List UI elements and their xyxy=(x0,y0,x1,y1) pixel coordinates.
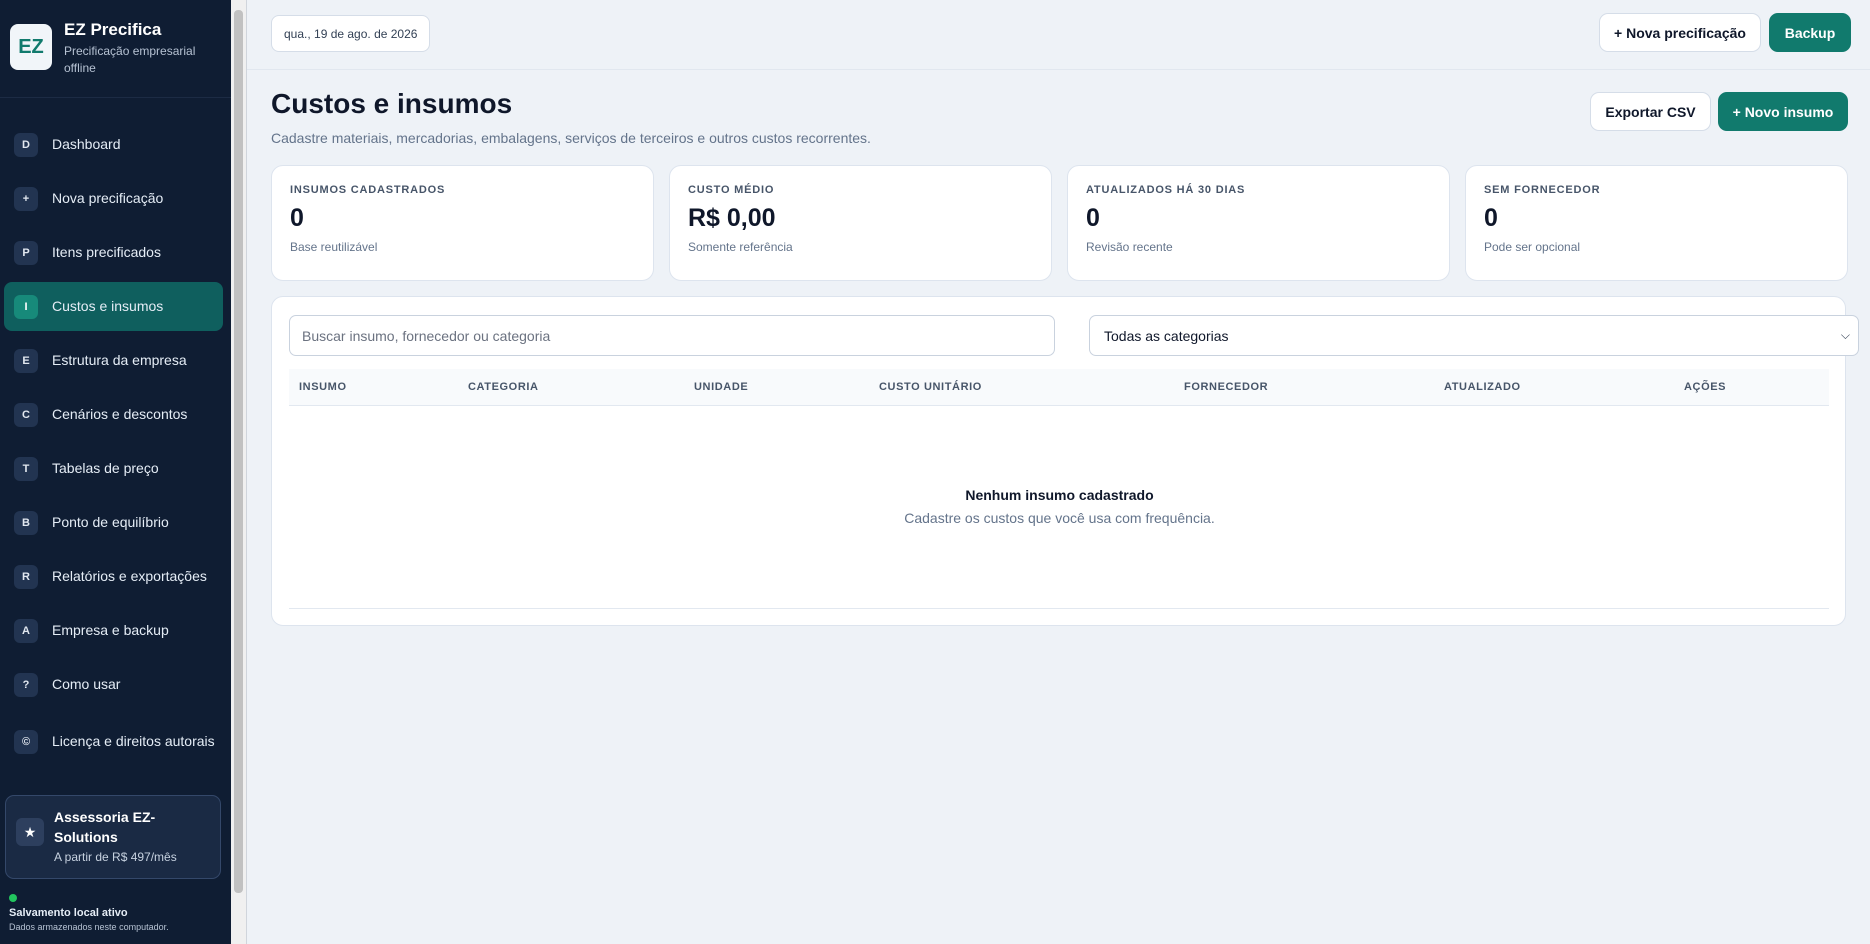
sidebar-item-empresa-backup[interactable]: A Empresa e backup xyxy=(4,606,223,655)
price-tables-icon: T xyxy=(14,456,38,481)
column-header-fornecedor[interactable]: FORNECEDOR xyxy=(1184,381,1268,393)
table-header: INSUMO CATEGORIA UNIDADE CUSTO UNITÁRIO … xyxy=(289,369,1829,406)
empty-state-subtitle: Cadastre os custos que você usa com freq… xyxy=(904,510,1215,526)
stat-card-average-cost: CUSTO MÉDIO R$ 0,00 Somente referência xyxy=(669,165,1052,281)
brand-logo[interactable]: EZ xyxy=(10,24,52,70)
reports-icon: R xyxy=(14,564,38,589)
stat-card-no-supplier: SEM FORNECEDOR 0 Pode ser opcional xyxy=(1465,165,1848,281)
stat-card-registered: INSUMOS CADASTRADOS 0 Base reutilizável xyxy=(271,165,654,281)
status-dot-icon xyxy=(9,894,17,902)
sidebar-item-dashboard[interactable]: D Dashboard xyxy=(4,120,223,169)
sidebar-item-label: Cenários e descontos xyxy=(52,405,188,422)
sidebar-item-ponto-equilibrio[interactable]: B Ponto de equilíbrio xyxy=(4,498,223,547)
stat-note: Base reutilizável xyxy=(290,240,378,254)
sidebar-item-nova-precificacao[interactable]: + Nova precificação xyxy=(4,174,223,223)
help-icon: ? xyxy=(14,672,38,697)
brand: EZ EZ Precifica Precificação empresarial… xyxy=(0,0,231,98)
backup-button[interactable]: Backup xyxy=(1769,13,1851,52)
stat-value: 0 xyxy=(1086,204,1100,232)
sidebar-item-custos-insumos[interactable]: I Custos e insumos xyxy=(4,282,223,331)
topbar: qua., 19 de ago. de 2026 + Nova precific… xyxy=(247,0,1870,70)
stat-label: SEM FORNECEDOR xyxy=(1484,184,1601,196)
sidebar-item-label: Empresa e backup xyxy=(52,621,169,638)
sidebar-item-estrutura-empresa[interactable]: E Estrutura da empresa xyxy=(4,336,223,385)
page-title: Custos e insumos xyxy=(271,88,513,119)
sidebar: EZ EZ Precifica Precificação empresarial… xyxy=(0,0,231,944)
sidebar-item-licenca[interactable]: © Licença e direitos autorais xyxy=(4,714,223,770)
column-header-unidade[interactable]: UNIDADE xyxy=(694,381,748,393)
save-status: Salvamento local ativo Dados armazenados… xyxy=(9,894,169,932)
sidebar-item-como-usar[interactable]: ? Como usar xyxy=(4,660,223,709)
items-icon: P xyxy=(14,240,38,265)
brand-name: EZ Precifica xyxy=(64,20,162,39)
export-csv-button[interactable]: Exportar CSV xyxy=(1590,92,1711,131)
structure-icon: E xyxy=(14,348,38,373)
stat-note: Pode ser opcional xyxy=(1484,240,1581,254)
plus-icon: + xyxy=(14,186,38,211)
scrollbar-thumb[interactable] xyxy=(234,10,243,893)
table-divider xyxy=(289,608,1829,609)
promo-card[interactable]: ★ Assessoria EZ-Solutions A partir de R$… xyxy=(5,795,221,879)
dashboard-icon: D xyxy=(14,132,38,157)
sidebar-item-tabelas-preco[interactable]: T Tabelas de preço xyxy=(4,444,223,493)
sidebar-item-label: Nova precificação xyxy=(52,189,164,206)
scenarios-icon: C xyxy=(14,402,38,427)
sidebar-item-label: Licença e direitos autorais xyxy=(52,733,215,750)
sidebar-item-label: Custos e insumos xyxy=(52,297,164,314)
status-title: Salvamento local ativo xyxy=(9,907,128,919)
sidebar-item-label: Como usar xyxy=(52,675,121,692)
star-icon: ★ xyxy=(16,818,44,846)
sidebar-item-label: Ponto de equilíbrio xyxy=(52,513,169,530)
copyright-icon: © xyxy=(14,730,38,754)
column-header-atualizado[interactable]: ATUALIZADO xyxy=(1444,381,1521,393)
status-subtitle: Dados armazenados neste computador. xyxy=(9,922,169,932)
empty-state-title: Nenhum insumo cadastrado xyxy=(965,487,1154,503)
stat-value: R$ 0,00 xyxy=(688,204,776,232)
main-content: qua., 19 de ago. de 2026 + Nova precific… xyxy=(247,0,1870,944)
sidebar-item-itens-precificados[interactable]: P Itens precificados xyxy=(4,228,223,277)
stat-value: 0 xyxy=(1484,204,1498,232)
sidebar-item-cenarios-descontos[interactable]: C Cenários e descontos xyxy=(4,390,223,439)
category-select-value: Todas as categorias xyxy=(1104,327,1229,344)
sidebar-item-label: Estrutura da empresa xyxy=(52,351,187,368)
column-header-acoes: AÇÕES xyxy=(1684,381,1727,393)
sidebar-item-relatorios[interactable]: R Relatórios e exportações xyxy=(4,552,223,601)
sidebar-scrollbar[interactable] xyxy=(231,0,247,944)
stat-label: CUSTO MÉDIO xyxy=(688,184,775,196)
sidebar-item-label: Relatórios e exportações xyxy=(52,567,207,584)
sidebar-item-label: Itens precificados xyxy=(52,243,161,260)
column-header-insumo[interactable]: INSUMO xyxy=(299,381,347,393)
promo-title: Assessoria EZ-Solutions xyxy=(54,809,156,845)
date-chip: qua., 19 de ago. de 2026 xyxy=(271,15,431,52)
inputs-table-panel: Todas as categorias ⌵ INSUMO CATEGORIA U… xyxy=(271,296,1859,626)
stat-value: 0 xyxy=(290,204,304,232)
company-icon: A xyxy=(14,618,38,643)
chevron-down-icon: ⌵ xyxy=(1840,328,1850,342)
new-pricing-button[interactable]: + Nova precificação xyxy=(1599,13,1761,52)
search-input[interactable] xyxy=(289,315,1055,356)
stat-card-updated-30d: ATUALIZADOS HÁ 30 DIAS 0 Revisão recente xyxy=(1067,165,1450,281)
column-header-categoria[interactable]: CATEGORIA xyxy=(468,381,539,393)
page-subtitle: Cadastre materiais, mercadorias, embalag… xyxy=(271,130,871,146)
inputs-icon: I xyxy=(14,294,38,319)
promo-subtitle: A partir de R$ 497/mês xyxy=(54,850,177,865)
stat-note: Somente referência xyxy=(688,240,793,254)
stat-note: Revisão recente xyxy=(1086,240,1173,254)
sidebar-nav: D Dashboard + Nova precificação P Itens … xyxy=(0,98,231,770)
column-header-custo-unitario[interactable]: CUSTO UNITÁRIO xyxy=(879,381,982,393)
sidebar-item-label: Dashboard xyxy=(52,135,121,152)
new-input-button[interactable]: + Novo insumo xyxy=(1718,92,1848,131)
sidebar-item-label: Tabelas de preço xyxy=(52,459,159,476)
category-select[interactable]: Todas as categorias ⌵ xyxy=(1089,315,1859,356)
break-even-icon: B xyxy=(14,510,38,535)
stat-label: INSUMOS CADASTRADOS xyxy=(290,184,446,196)
stat-label: ATUALIZADOS HÁ 30 DIAS xyxy=(1086,184,1246,196)
brand-tagline: Precificação empresarial offline xyxy=(64,43,196,75)
